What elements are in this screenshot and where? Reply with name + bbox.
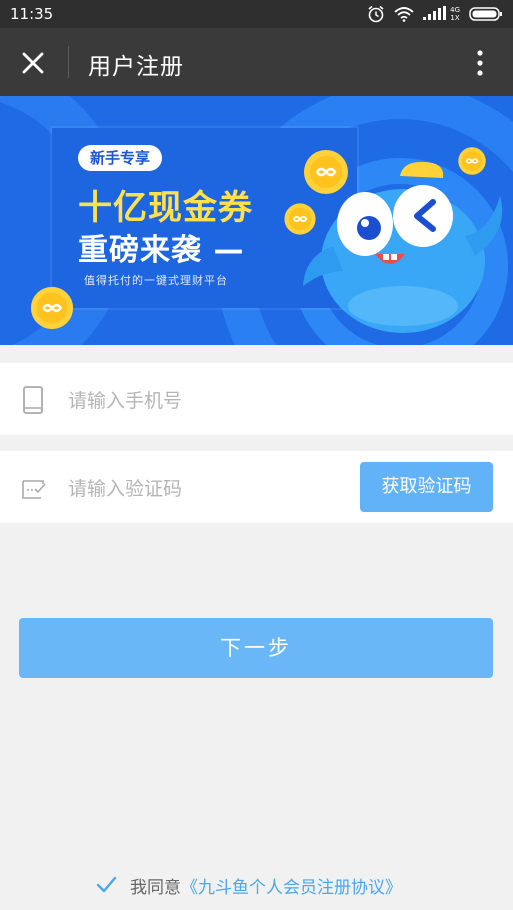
coin-icon (30, 286, 74, 330)
wifi-icon (394, 7, 414, 22)
agreement-link[interactable]: 《九斗鱼个人会员注册协议》 (181, 873, 402, 898)
verification-code-input[interactable] (66, 473, 340, 505)
page-title: 用户注册 (88, 54, 184, 80)
verification-code-icon (22, 480, 46, 499)
coin-icon (458, 147, 486, 175)
signal-icon (423, 6, 447, 20)
status-bar: 11:35 4G 1X (0, 0, 513, 28)
battery-icon (469, 7, 502, 21)
status-icons: 4G 1X (367, 5, 503, 23)
banner-headline: 十亿现金券 (78, 188, 253, 228)
agreement: 我同意 《九斗鱼个人会员注册协议》 (95, 873, 402, 898)
banner-headline-secondary: 重磅来袭 — (78, 233, 245, 268)
phone-row (0, 363, 513, 435)
alarm-icon (368, 5, 384, 23)
banner-tag: 新手专享 (78, 145, 162, 171)
nav-bar: 用户注册 (0, 28, 513, 96)
more-menu-icon[interactable] (461, 44, 499, 82)
phone-icon (23, 386, 43, 414)
coin-icon (284, 203, 316, 235)
verification-row: 获取验证码 (0, 451, 513, 523)
nav-divider (68, 46, 69, 78)
status-time: 11:35 (10, 5, 54, 23)
coin-icon (304, 150, 348, 194)
banner-subtitle: 值得托付的一键式理财平台 (84, 274, 228, 287)
check-icon[interactable] (95, 874, 117, 896)
next-button[interactable]: 下一步 (19, 618, 493, 678)
network-type-label: 4G 1X (450, 6, 460, 22)
promo-banner[interactable] (0, 96, 513, 345)
phone-input[interactable] (66, 385, 350, 417)
close-icon[interactable] (14, 44, 52, 82)
get-code-button[interactable]: 获取验证码 (360, 462, 493, 512)
agreement-label: 我同意 (130, 877, 181, 898)
